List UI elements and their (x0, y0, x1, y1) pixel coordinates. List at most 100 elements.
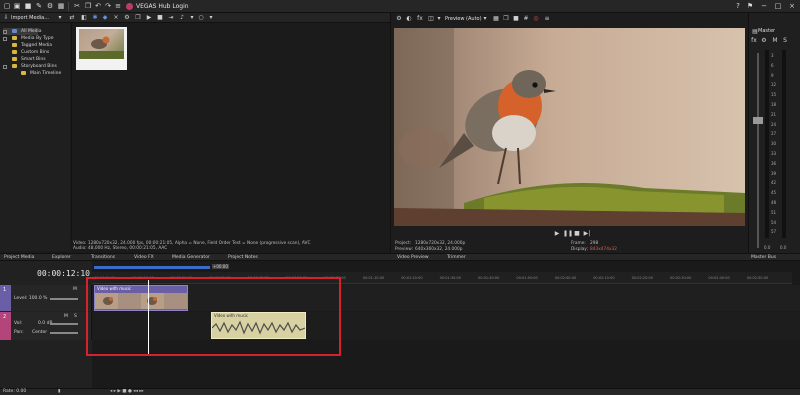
expander-icon[interactable] (3, 64, 7, 69)
tab-media-generator[interactable]: Media Generator (172, 255, 210, 260)
menu-icon[interactable]: ≡ (543, 15, 551, 23)
video-track-header[interactable]: 1 Level: 100.0 % M (0, 285, 92, 311)
dropdown-arrow-icon[interactable]: ▾ (435, 15, 443, 23)
meter-scale-label: 6 (771, 62, 774, 68)
properties-icon[interactable]: ◆ (101, 14, 109, 22)
audio-track-header[interactable]: 2 Vol: 0.0 dB Pan: Center M S (0, 312, 92, 340)
tab-video-preview[interactable]: Video Preview (397, 255, 429, 260)
mute-button[interactable]: M (771, 37, 779, 45)
mute-button[interactable]: M (73, 287, 77, 292)
import-media-dropdown[interactable]: Import Media... (11, 15, 49, 21)
frame-value: 298 (590, 241, 599, 246)
project-value: 1280x720x32, 24.000p (415, 241, 466, 246)
maximize-icon[interactable]: □ (774, 2, 782, 10)
copy-icon[interactable]: ❐ (84, 2, 92, 10)
tab-project-media[interactable]: Project Media (4, 255, 34, 260)
master-fader-track (757, 53, 759, 248)
capture-icon[interactable]: ◧ (80, 14, 88, 22)
grid-icon[interactable]: # (522, 15, 530, 23)
close-icon[interactable]: × (788, 2, 796, 10)
record-icon[interactable]: ◎ (532, 15, 540, 23)
history-icon[interactable]: ≡ (114, 2, 122, 10)
media-fx-icon[interactable]: ✱ (91, 14, 99, 22)
minimize-icon[interactable]: − (760, 2, 768, 10)
settings-icon[interactable]: ⚙ (46, 2, 54, 10)
meter-left (765, 50, 769, 238)
gear-icon[interactable]: ⚙ (123, 14, 131, 22)
level-slider[interactable] (50, 298, 78, 300)
search-icon[interactable]: ○ (197, 14, 205, 22)
copy-snapshot-icon[interactable]: ❐ (502, 15, 510, 23)
tree-item-all-media[interactable]: All Media (3, 28, 42, 35)
redo-icon[interactable]: ↷ (104, 2, 112, 10)
new-icon[interactable]: ▢ (3, 2, 11, 10)
vol-slider[interactable] (50, 323, 78, 325)
external-monitor-icon[interactable]: ◐ (405, 15, 413, 23)
tree-item-label: Main Timeline (30, 71, 62, 76)
solo-button[interactable]: S (781, 37, 789, 45)
ruler-tick-label: 00:01:40:00 (478, 276, 500, 280)
meter-scale-label: 51 (771, 209, 777, 215)
tab-master-bus[interactable]: Master Bus (751, 255, 776, 260)
play-icon[interactable]: ▶ (145, 14, 153, 22)
fx-icon[interactable]: fx (416, 15, 424, 23)
copy-icon[interactable]: ❐ (134, 14, 142, 22)
transport-controls[interactable]: ◂ ▸ ▶ ■ ● ◂◂ ▸▸ (110, 389, 144, 394)
tab-project-notes[interactable]: Project Notes (228, 255, 258, 260)
open-icon[interactable]: ▣ (13, 2, 21, 10)
rate-slider-icon[interactable]: ▮ (58, 389, 60, 394)
cut-icon[interactable]: ✂ (73, 2, 81, 10)
expander-icon[interactable] (3, 29, 7, 34)
import-media-icon[interactable]: ⇩ (2, 14, 10, 22)
solo-button[interactable]: S (74, 314, 77, 319)
pan-slider[interactable] (50, 332, 78, 334)
chevron-down-icon[interactable]: ▾ (207, 14, 215, 22)
media-thumbnail[interactable] (76, 27, 127, 70)
master-fader-handle[interactable] (753, 117, 763, 124)
fx-icon[interactable]: fx (750, 37, 758, 45)
overlays-icon[interactable]: ▦ (492, 15, 500, 23)
save-snapshot-icon[interactable]: ■ (512, 15, 520, 23)
stop-icon[interactable]: ■ (573, 230, 581, 238)
tab-transitions[interactable]: Transitions (91, 255, 115, 260)
preview-label: Preview: (395, 247, 413, 252)
tab-explorer[interactable]: Explorer (52, 255, 71, 260)
ruler-tick-label: 00:02:50:00 (746, 276, 769, 280)
playback-rate: Rate: 0.00 (3, 389, 27, 394)
hub-login-title[interactable]: VEGAS Hub Login (136, 3, 189, 10)
preview-quality-dropdown[interactable]: Preview (Auto) (445, 16, 482, 22)
volume-icon[interactable]: ♪ (178, 14, 186, 22)
meter-scale-label: 42 (771, 180, 777, 186)
loop-region-bar[interactable] (94, 266, 210, 269)
meter-readout-left: 0.0 (764, 245, 771, 250)
pause-icon[interactable]: ❚❚ (563, 230, 573, 238)
meter-scale-label: 45 (771, 190, 777, 196)
split-screen-icon[interactable]: ◫ (427, 15, 435, 23)
view-dropdown-icon[interactable]: ▾ (188, 14, 196, 22)
save-icon[interactable]: ■ (24, 2, 32, 10)
mute-button[interactable]: M (64, 314, 68, 319)
hub-logo-icon[interactable] (126, 3, 133, 10)
undo-icon[interactable]: ↶ (94, 2, 102, 10)
tab-video-fx[interactable]: Video FX (134, 255, 154, 260)
gear-icon[interactable]: ⚙ (395, 15, 403, 23)
next-frame-icon[interactable]: ▶| (583, 230, 591, 238)
folder-icon (12, 43, 17, 47)
chevron-down-icon[interactable]: ▾ (481, 15, 489, 23)
notification-icon[interactable]: ⚑ (746, 2, 754, 10)
help-icon[interactable]: ? (734, 2, 742, 10)
auto-preview-icon[interactable]: ⇥ (167, 14, 175, 22)
tab-trimmer[interactable]: Trimmer (447, 255, 466, 260)
render-icon[interactable]: ▦ (57, 2, 65, 10)
bird-thumbnail-icon (79, 36, 124, 59)
gear-icon[interactable]: ⚙ (760, 37, 768, 45)
get-media-icon[interactable]: ⇄ (68, 14, 76, 22)
dropdown-arrow-icon[interactable]: ▾ (56, 14, 64, 22)
play-icon[interactable]: ▶ (553, 230, 561, 238)
remove-icon[interactable]: × (112, 14, 120, 22)
bus-icon: ▤ (752, 28, 758, 35)
edit-icon[interactable]: ✎ (35, 2, 43, 10)
expander-icon[interactable] (3, 36, 7, 41)
track-number-strip: 2 (0, 312, 11, 340)
stop-icon[interactable]: ■ (156, 14, 164, 22)
